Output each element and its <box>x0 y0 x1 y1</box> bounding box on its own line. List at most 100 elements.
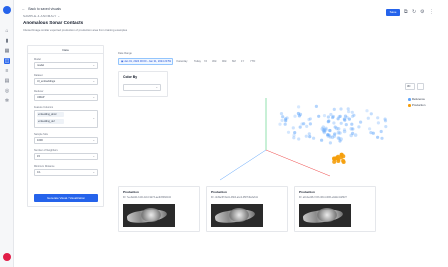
save-button[interactable]: Save <box>386 9 400 16</box>
tab-data[interactable]: Data <box>28 46 103 54</box>
card-title: Production <box>299 190 315 194</box>
scatter-point <box>304 134 308 138</box>
generate-button[interactable]: Generate Visual / Visualization <box>34 194 98 202</box>
scatter-point <box>336 136 341 140</box>
grid-icon[interactable]: ▦ <box>4 48 10 54</box>
field-label-feature-columns: Feature Columns <box>34 106 54 109</box>
chevron-down-icon: ⌄ <box>92 154 95 158</box>
layers-icon[interactable]: ◫ <box>4 58 10 64</box>
quick-range-today[interactable]: Today <box>194 59 201 64</box>
sonar-image <box>211 204 263 227</box>
avatar[interactable] <box>3 253 11 261</box>
quick-range-yesterday[interactable]: Yesterday <box>176 59 187 64</box>
scatter-point <box>278 122 282 126</box>
config-panel: Data Model model ⌄ Dataset UI_embeddings ⌄… <box>27 45 104 207</box>
scatter-point <box>298 125 302 129</box>
settings-gear-icon[interactable]: ⚙ <box>420 9 424 16</box>
min-distance-select[interactable]: 0.1 ⌄ <box>34 169 98 176</box>
scatter-point <box>368 127 372 131</box>
field-label-neighbors: Number of Neighbors <box>34 149 58 152</box>
scatter-point <box>326 120 330 124</box>
scatter-point <box>286 130 291 134</box>
axis-x <box>265 149 331 177</box>
color-by-panel: Color By ⌄ <box>118 71 168 97</box>
scatter-point <box>283 122 287 126</box>
sample-size-select[interactable]: 1000 ⌄ <box>34 137 98 144</box>
quick-range-30d[interactable]: 30d <box>212 59 216 64</box>
scatter-point <box>332 134 337 138</box>
sample-card[interactable]: Production ID: 7ee3a0d4-b1f2-4c10-9d73-a… <box>118 186 200 232</box>
quick-range-1y[interactable]: 1Y <box>241 59 244 64</box>
bookmark-icon[interactable]: ▮ <box>4 38 10 44</box>
feature-columns-multiselect[interactable]: embedding_abcd embedding_def ⌄ <box>34 110 98 128</box>
sample-card[interactable]: Production ID: c2d9e3ff-5a41-46b0-a1cd-0… <box>206 186 288 232</box>
scatter-point <box>332 159 337 164</box>
scatter-point <box>293 131 297 135</box>
app-logo-icon[interactable] <box>3 6 11 14</box>
scatter-point <box>341 154 346 159</box>
back-link[interactable]: ← Back to saved visuals <box>22 7 61 11</box>
quick-range-6m[interactable]: 6M <box>232 59 236 64</box>
scatter-point <box>350 114 355 118</box>
scatter-point <box>376 116 380 120</box>
chevron-down-icon: ⌄ <box>92 95 95 99</box>
scatter-point <box>281 115 285 119</box>
chevron-down-icon: ⌄ <box>92 79 95 83</box>
quick-range-ytd[interactable]: YTD <box>250 59 255 64</box>
field-label-reducer: Reducer <box>34 90 44 93</box>
refresh-icon[interactable]: ↻ <box>412 9 416 16</box>
more-icon[interactable]: ⋮ <box>429 9 434 16</box>
scatter-point <box>329 112 333 117</box>
left-rail: ⌂ ▮ ▦ ◫ ≡ ▤ ◎ ✲ <box>0 0 14 267</box>
chevron-down-icon: ⌄ <box>92 170 95 174</box>
quick-range-7d[interactable]: 7d <box>204 59 207 64</box>
reducer-select[interactable]: UMAP ⌄ <box>34 94 98 101</box>
quick-range-90d[interactable]: 90d <box>222 59 226 64</box>
model-select[interactable]: model ⌄ <box>34 62 98 69</box>
feature-chip[interactable]: embedding_abcd <box>37 112 64 117</box>
scatter-point <box>308 135 312 139</box>
neighbors-select[interactable]: 15 ⌄ <box>34 153 98 160</box>
scatter-point <box>376 135 380 139</box>
copy-icon[interactable]: ⧉ <box>404 9 408 16</box>
fullscreen-icon[interactable] <box>417 83 424 90</box>
axis-z <box>219 149 267 181</box>
card-caption: ID: a1b4e2d8-7c63-4f1b-bb86-e0a9c41d5f27 <box>299 196 347 199</box>
feature-chip[interactable]: embedding_def <box>37 119 64 124</box>
list-icon[interactable]: ≡ <box>4 68 10 74</box>
view-select[interactable]: 3D <box>405 83 415 90</box>
scatter-point <box>341 158 346 163</box>
home-icon[interactable]: ⌂ <box>4 28 10 34</box>
globe-icon[interactable]: ◎ <box>4 88 10 94</box>
scatter-points <box>278 104 388 164</box>
scatter-point <box>339 121 343 125</box>
scatter-point <box>328 129 332 133</box>
scatter-point <box>317 114 321 118</box>
field-label-model: Model <box>34 58 41 61</box>
scatter-point <box>379 129 383 134</box>
legend-item-production[interactable]: Production <box>408 102 425 108</box>
scatter-point <box>312 136 316 140</box>
scatter-point <box>371 131 375 135</box>
scatter-point <box>365 109 369 113</box>
arrow-left-icon: ← <box>22 7 26 11</box>
color-by-select[interactable]: ⌄ <box>123 84 161 91</box>
settings-icon[interactable]: ✲ <box>4 98 10 104</box>
dataset-select[interactable]: UI_embeddings ⌄ <box>34 78 98 85</box>
sample-card[interactable]: Production ID: a1b4e2d8-7c63-4f1b-bb86-e… <box>294 186 376 232</box>
scatter-point <box>342 117 346 121</box>
date-range-picker[interactable]: ▣ Jan 01, 2024 00:00 - Jan 31, 2024 23:5… <box>118 58 173 65</box>
document-icon[interactable]: ▤ <box>4 78 10 84</box>
breadcrumb[interactable]: SAMPLE-4-ANOMALY ⌄ <box>23 14 60 18</box>
scatter-point <box>347 117 351 121</box>
scatter-point <box>350 122 354 126</box>
scatter-point <box>314 104 318 108</box>
plot-legend: Reference Production <box>408 96 425 108</box>
embedding-scatter-3d[interactable] <box>170 80 402 190</box>
scatter-point <box>353 133 358 137</box>
scatter-point <box>384 125 388 129</box>
scatter-point <box>366 116 370 120</box>
scatter-point <box>326 115 330 119</box>
scatter-point <box>349 133 353 138</box>
scatter-point <box>300 122 304 126</box>
